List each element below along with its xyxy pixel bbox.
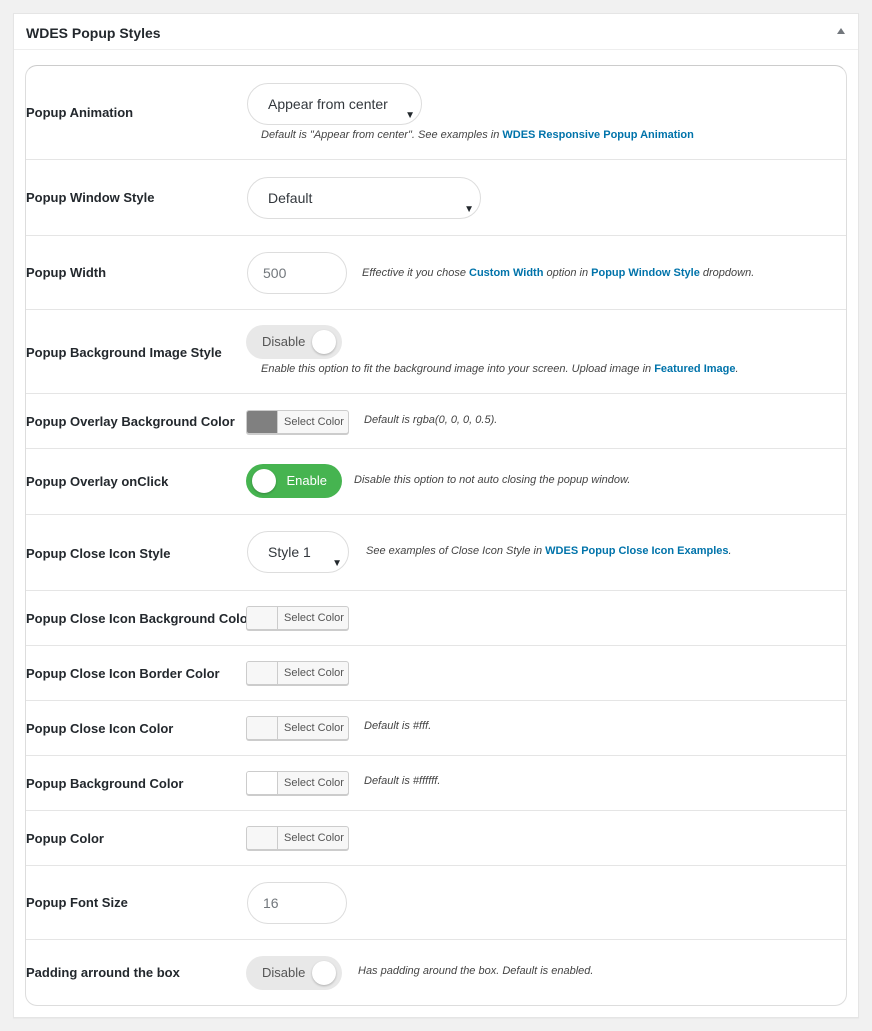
row-popup-color: Popup Color Select Color	[26, 811, 846, 866]
row-popup-width: Popup Width 500 Effective it you chose C…	[26, 236, 846, 310]
close-icon-style-select[interactable]: Style 1 ▼	[247, 531, 349, 573]
close-icon-style-value: Style 1	[268, 544, 311, 560]
bg-image-style-desc: Enable this option to fit the background…	[261, 363, 739, 375]
bg-color-desc: Default is #ffffff.	[364, 775, 441, 787]
settings-panel: Popup Animation Appear from center ▼ Def…	[25, 65, 847, 1006]
font-size-input[interactable]: 16	[247, 882, 347, 924]
select-color-label: Select Color	[284, 612, 344, 624]
close-icon-color-label: Popup Close Icon Color	[26, 721, 174, 736]
bg-image-style-desc-text: Enable this option to fit the background…	[261, 363, 655, 375]
chevron-down-icon: ▼	[332, 558, 342, 569]
overlay-bg-color-button[interactable]: Select Color	[246, 410, 349, 434]
select-color-label: Select Color	[284, 722, 344, 734]
animation-examples-link[interactable]: WDES Responsive Popup Animation	[502, 129, 694, 141]
select-color-label: Select Color	[284, 832, 344, 844]
popup-window-style-link[interactable]: Popup Window Style	[591, 267, 700, 279]
color-swatch	[247, 772, 278, 794]
featured-image-link[interactable]: Featured Image	[654, 363, 735, 375]
select-color-label: Select Color	[284, 416, 344, 428]
metabox-title: WDES Popup Styles	[26, 25, 161, 41]
overlay-bg-color-label: Popup Overlay Background Color	[26, 414, 235, 429]
color-swatch	[247, 662, 278, 684]
popup-width-desc-2: option in	[543, 267, 592, 279]
row-overlay-onclick: Popup Overlay onClick Enable Disable thi…	[26, 449, 846, 515]
close-icon-style-desc: See examples of Close Icon Style in WDES…	[366, 545, 732, 557]
close-icon-border-color-label: Popup Close Icon Border Color	[26, 666, 220, 681]
popup-window-style-value: Default	[268, 190, 313, 206]
popup-width-input[interactable]: 500	[247, 252, 347, 294]
row-bg-image-style: Popup Background Image Style Disable Ena…	[26, 310, 846, 394]
custom-width-link[interactable]: Custom Width	[469, 267, 543, 279]
close-icon-style-desc-suffix: .	[728, 545, 732, 557]
color-swatch	[247, 411, 278, 433]
row-overlay-bg-color: Popup Overlay Background Color Select Co…	[26, 394, 846, 449]
popup-window-style-select[interactable]: Default ▼	[247, 177, 481, 219]
padding-label: Padding arround the box	[26, 965, 180, 980]
overlay-onclick-toggle[interactable]: Enable	[246, 464, 342, 498]
close-icon-examples-link[interactable]: WDES Popup Close Icon Examples	[545, 545, 728, 557]
row-close-icon-bg-color: Popup Close Icon Background Color Select…	[26, 591, 846, 646]
bg-color-button[interactable]: Select Color	[246, 771, 349, 795]
bg-color-label: Popup Background Color	[26, 776, 184, 791]
overlay-onclick-label: Popup Overlay onClick	[26, 474, 169, 489]
close-icon-bg-color-label: Popup Close Icon Background Color	[26, 611, 253, 626]
padding-toggle-label: Disable	[262, 965, 306, 980]
select-color-label: Select Color	[284, 667, 344, 679]
overlay-onclick-desc: Disable this option to not auto closing …	[354, 474, 631, 486]
chevron-down-icon: ▼	[464, 204, 474, 215]
popup-width-desc: Effective it you chose Custom Width opti…	[362, 267, 754, 279]
row-close-icon-color: Popup Close Icon Color Select Color Defa…	[26, 701, 846, 756]
padding-toggle[interactable]: Disable	[246, 956, 342, 990]
overlay-onclick-toggle-label: Enable	[286, 473, 327, 488]
popup-animation-desc-text: Default is "Appear from center". See exa…	[261, 129, 503, 141]
popup-color-label: Popup Color	[26, 831, 104, 846]
popup-animation-value: Appear from center	[268, 96, 388, 112]
row-padding: Padding arround the box Disable Has padd…	[26, 940, 846, 1006]
close-icon-border-color-button[interactable]: Select Color	[246, 661, 349, 685]
popup-width-desc-1: Effective it you chose	[362, 267, 469, 279]
font-size-label: Popup Font Size	[26, 895, 128, 910]
overlay-bg-color-desc: Default is rgba(0, 0, 0, 0.5).	[364, 414, 498, 426]
collapse-arrow-icon[interactable]	[837, 28, 845, 34]
row-popup-window-style: Popup Window Style Default ▼	[26, 160, 846, 236]
close-icon-style-label: Popup Close Icon Style	[26, 546, 171, 561]
color-swatch	[247, 717, 278, 739]
popup-animation-desc: Default is "Appear from center". See exa…	[261, 129, 694, 141]
metabox-header: WDES Popup Styles	[14, 14, 858, 50]
popup-color-button[interactable]: Select Color	[246, 826, 349, 850]
select-color-label: Select Color	[284, 777, 344, 789]
toggle-knob	[252, 469, 276, 493]
close-icon-bg-color-button[interactable]: Select Color	[246, 606, 349, 630]
row-close-icon-style: Popup Close Icon Style Style 1 ▼ See exa…	[26, 515, 846, 591]
close-icon-style-desc-text: See examples of Close Icon Style in	[366, 545, 546, 557]
row-popup-animation: Popup Animation Appear from center ▼ Def…	[26, 66, 846, 160]
popup-width-desc-3: dropdown.	[699, 267, 755, 279]
bg-image-style-desc-suffix: .	[735, 363, 739, 375]
popup-styles-metabox: WDES Popup Styles Popup Animation Appear…	[13, 13, 859, 1018]
bg-image-style-toggle-label: Disable	[262, 334, 306, 349]
toggle-knob	[312, 961, 336, 985]
row-close-icon-border-color: Popup Close Icon Border Color Select Col…	[26, 646, 846, 701]
close-icon-color-desc: Default is #fff.	[364, 720, 432, 732]
popup-width-label: Popup Width	[26, 265, 107, 280]
popup-animation-label: Popup Animation	[26, 105, 134, 120]
bg-image-style-label: Popup Background Image Style	[26, 345, 222, 360]
close-icon-color-button[interactable]: Select Color	[246, 716, 349, 740]
padding-desc: Has padding around the box. Default is e…	[358, 965, 594, 977]
row-font-size: Popup Font Size 16	[26, 866, 846, 940]
popup-animation-select[interactable]: Appear from center ▼	[247, 83, 422, 125]
bg-image-style-toggle[interactable]: Disable	[246, 325, 342, 359]
color-swatch	[247, 827, 278, 849]
row-bg-color: Popup Background Color Select Color Defa…	[26, 756, 846, 811]
popup-window-style-label: Popup Window Style	[26, 190, 155, 205]
color-swatch	[247, 607, 278, 629]
toggle-knob	[312, 330, 336, 354]
